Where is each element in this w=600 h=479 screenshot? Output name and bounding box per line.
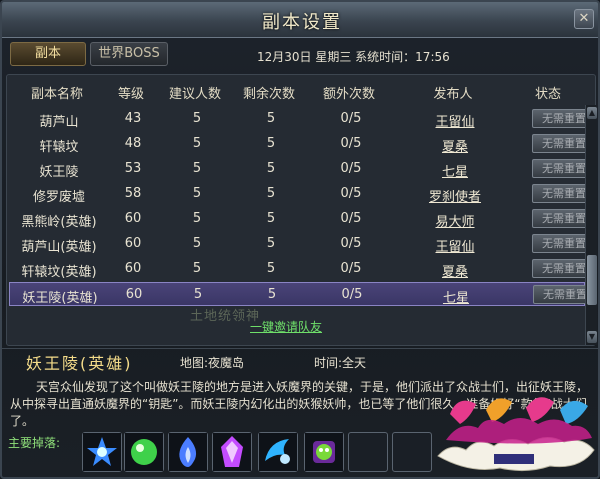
cell-dungeon-name: 妖王陵 [39,165,79,180]
cell-level: 48 [124,136,142,151]
game-logo [437,397,595,472]
system-datetime: 12月30日 星期三 系统时间：17:56 [257,50,450,64]
cell-extra-runs: 0/5 [341,287,363,302]
table-row[interactable]: 妖王陵(英雄) 60 5 5 0/5 七星 无需重置 [9,282,597,306]
selected-dungeon-name: 妖王陵(英雄) [26,354,133,373]
cell-suggested-players: 5 [192,261,202,276]
dungeon-table: 副本名称 等级 建议人数 剩余次数 额外次数 发布人 状态 葫芦山 43 5 5 0/5… [6,74,597,346]
cell-extra-runs: 0/5 [340,261,362,276]
scroll-up-icon[interactable]: ▲ [587,107,597,119]
cell-dungeon-name: 轩辕坟(英雄) [21,265,97,280]
cell-dungeon-name: 黑熊岭(英雄) [21,215,97,230]
header-status: 状态 [534,87,561,102]
cell-remaining-runs: 5 [266,186,276,201]
dungeon-time: 时间:全天 [314,356,367,370]
cell-extra-runs: 0/5 [340,136,362,151]
purple-crystal-icon [213,433,251,471]
cell-publisher[interactable]: 王留仙 [419,236,491,255]
cell-extra-runs: 0/5 [340,161,362,176]
table-header: 副本名称 等级 建议人数 剩余次数 额外次数 发布人 状态 [7,75,585,105]
cell-dungeon-name: 轩辕坟 [39,140,79,155]
cell-level: 60 [124,211,142,226]
blue-star-gem-icon [83,433,121,471]
header-remaining-runs: 剩余次数 [242,87,295,102]
scrollbar-thumb[interactable] [587,255,597,305]
drop-slot[interactable] [124,432,164,472]
drop-slot[interactable] [212,432,252,472]
cell-suggested-players: 5 [192,186,202,201]
invite-team-link[interactable]: 一键邀请队友 [250,318,322,335]
cell-publisher[interactable]: 七星 [420,287,492,306]
cell-level: 53 [124,161,142,176]
cell-remaining-runs: 5 [266,236,276,251]
drop-slot-empty[interactable] [392,432,432,472]
title-bar: 副本设置 ✕ [2,2,598,38]
cell-level: 60 [124,261,142,276]
header-dungeon-name: 副本名称 [30,87,83,102]
cell-publisher[interactable]: 罗刹使者 [419,186,491,205]
cell-suggested-players: 5 [192,111,202,126]
cell-suggested-players: 5 [192,161,202,176]
dungeon-settings-window: 副本设置 ✕ 副本 世界BOSS 12月30日 星期三 系统时间：17:56 副… [0,0,600,479]
cell-remaining-runs: 5 [266,161,276,176]
header-suggested-players: 建议人数 [168,87,221,102]
cell-remaining-runs: 5 [266,136,276,151]
blue-flame-icon [169,433,207,471]
cell-remaining-runs: 5 [267,287,277,302]
table-row[interactable]: 葫芦山 43 5 5 0/5 王留仙 无需重置 [9,107,596,131]
cell-publisher[interactable]: 夏桑 [419,261,491,280]
cell-level: 58 [124,186,142,201]
cell-level: 60 [124,236,142,251]
cell-dungeon-name: 修罗废墟 [32,190,85,205]
cell-extra-runs: 0/5 [340,236,362,251]
cell-extra-runs: 0/5 [340,111,362,126]
table-row[interactable]: 葫芦山(英雄) 60 5 5 0/5 王留仙 无需重置 [9,232,596,256]
table-row[interactable]: 妖王陵 53 5 5 0/5 七星 无需重置 [9,157,596,181]
cell-dungeon-name: 葫芦山 [39,115,79,130]
tab-dungeon[interactable]: 副本 [10,42,86,66]
cell-extra-runs: 0/5 [340,211,362,226]
cell-remaining-runs: 5 [266,211,276,226]
table-row[interactable]: 修罗废墟 58 5 5 0/5 罗刹使者 无需重置 [9,182,596,206]
table-scrollbar[interactable]: ▲ ▼ [585,105,597,345]
cell-level: 43 [124,111,142,126]
drop-slot[interactable] [82,432,122,472]
green-beast-icon [305,433,343,471]
blue-wing-icon [259,433,297,471]
drops-label: 主要掉落: [8,436,61,450]
close-button[interactable]: ✕ [574,9,594,29]
cell-publisher[interactable]: 易大师 [419,211,491,230]
cell-remaining-runs: 5 [266,261,276,276]
drop-slot[interactable] [304,432,344,472]
header-extra-runs: 额外次数 [322,87,375,102]
drop-slot[interactable] [258,432,298,472]
header-level: 等级 [117,87,144,102]
table-row[interactable]: 轩辕坟 48 5 5 0/5 夏桑 无需重置 [9,132,596,156]
cell-remaining-runs: 5 [266,111,276,126]
cell-publisher[interactable]: 王留仙 [419,111,491,130]
table-row[interactable]: 轩辕坟(英雄) 60 5 5 0/5 夏桑 无需重置 [9,257,596,281]
cell-publisher[interactable]: 夏桑 [419,136,491,155]
cell-publisher[interactable]: 七星 [419,161,491,180]
cell-suggested-players: 5 [192,136,202,151]
drop-slot-empty[interactable] [348,432,388,472]
dungeon-map: 地图:夜魔岛 [180,356,245,370]
header-publisher: 发布人 [433,87,473,102]
table-row[interactable]: 黑熊岭(英雄) 60 5 5 0/5 易大师 无需重置 [9,207,596,231]
cell-suggested-players: 5 [192,211,202,226]
green-orb-icon [125,433,163,471]
cell-level: 60 [125,287,143,302]
cell-dungeon-name: 葫芦山(英雄) [21,240,97,255]
window-title: 副本设置 [262,12,342,33]
scroll-down-icon[interactable]: ▼ [587,331,597,343]
cell-suggested-players: 5 [193,287,203,302]
cell-suggested-players: 5 [192,236,202,251]
cell-extra-runs: 0/5 [340,186,362,201]
drop-slot[interactable] [168,432,208,472]
tab-world-boss[interactable]: 世界BOSS [90,42,168,66]
cell-dungeon-name: 妖王陵(英雄) [22,291,98,306]
